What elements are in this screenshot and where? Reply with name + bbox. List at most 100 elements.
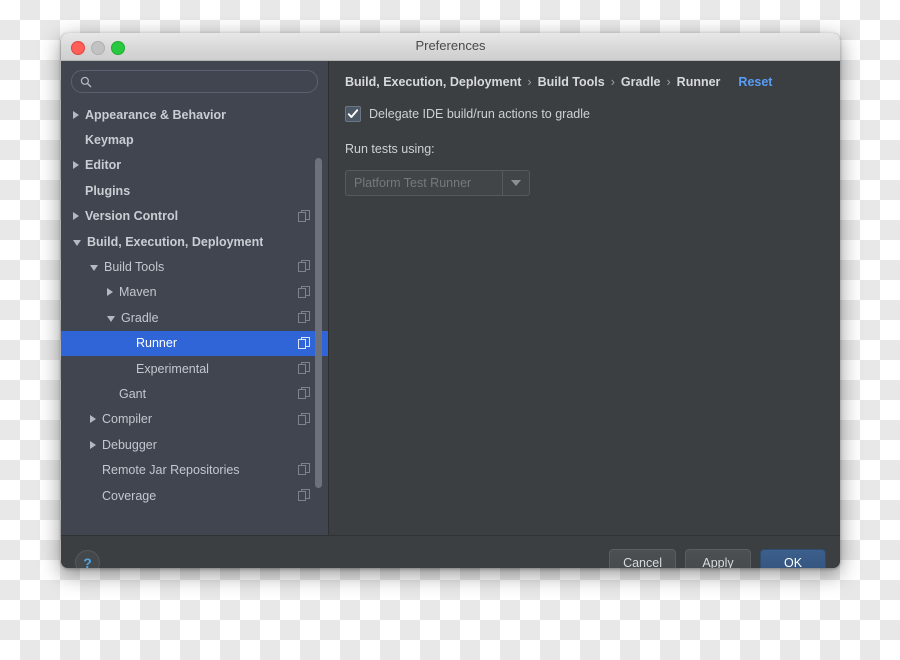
sidebar-item-appearance-behavior[interactable]: Appearance & Behavior bbox=[61, 102, 328, 127]
breadcrumb-segment-2[interactable]: Gradle bbox=[621, 75, 661, 89]
project-settings-icon bbox=[298, 260, 310, 273]
chevron-down-icon bbox=[511, 180, 521, 186]
sidebar-item-remote-jar-repositories[interactable]: Remote Jar Repositories bbox=[61, 457, 328, 482]
project-settings-icon bbox=[298, 387, 310, 400]
sidebar-item-label: Compiler bbox=[102, 412, 153, 427]
sidebar-scrollbar-track[interactable] bbox=[315, 102, 325, 531]
breadcrumb-segment-0[interactable]: Build, Execution, Deployment bbox=[345, 75, 521, 89]
cancel-button[interactable]: Cancel bbox=[609, 549, 676, 568]
run-tests-using-value: Platform Test Runner bbox=[354, 176, 472, 190]
breadcrumb-segment-1[interactable]: Build Tools bbox=[538, 75, 605, 89]
sidebar-item-experimental[interactable]: Experimental bbox=[61, 356, 328, 381]
twisty-placeholder bbox=[124, 343, 130, 344]
expand-arrow-icon[interactable] bbox=[73, 110, 79, 119]
project-settings-icon bbox=[298, 463, 310, 476]
sidebar-item-label: Maven bbox=[119, 285, 157, 300]
expand-arrow-icon[interactable] bbox=[107, 288, 113, 297]
delegate-build-label: Delegate IDE build/run actions to gradle bbox=[369, 107, 590, 121]
sidebar-item-version-control[interactable]: Version Control bbox=[61, 204, 328, 229]
sidebar-item-keymap[interactable]: Keymap bbox=[61, 127, 328, 152]
breadcrumb-separator-icon: › bbox=[610, 75, 615, 89]
expand-arrow-icon[interactable] bbox=[90, 415, 96, 424]
twisty-placeholder bbox=[90, 470, 96, 471]
settings-main-panel: Build, Execution, Deployment › Build Too… bbox=[329, 61, 840, 535]
dialog-footer: ? Cancel Apply OK bbox=[61, 535, 840, 568]
project-settings-icon bbox=[298, 285, 310, 298]
sidebar-item-maven[interactable]: Maven bbox=[61, 280, 328, 305]
sidebar-item-label: Plugins bbox=[85, 183, 131, 198]
ok-button[interactable]: OK bbox=[760, 549, 826, 568]
sidebar-item-label: Remote Jar Repositories bbox=[102, 463, 240, 478]
sidebar-item-label: Build, Execution, Deployment bbox=[87, 234, 264, 249]
sidebar-item-label: Experimental bbox=[136, 361, 209, 376]
project-settings-icon bbox=[298, 311, 310, 324]
project-settings-icon bbox=[298, 412, 310, 426]
sidebar-item-label: Keymap bbox=[85, 133, 134, 148]
dropdown-arrow-box[interactable] bbox=[502, 171, 529, 195]
sidebar-item-debugger[interactable]: Debugger bbox=[61, 432, 328, 457]
twisty-placeholder bbox=[124, 368, 130, 369]
project-settings-icon bbox=[298, 285, 310, 299]
expand-arrow-icon[interactable] bbox=[73, 212, 79, 221]
reset-link[interactable]: Reset bbox=[738, 75, 772, 89]
project-settings-icon bbox=[298, 463, 310, 476]
twisty-placeholder bbox=[73, 140, 79, 141]
sidebar-item-label: Version Control bbox=[85, 209, 179, 224]
checkmark-icon bbox=[347, 109, 359, 118]
project-settings-icon bbox=[298, 488, 310, 502]
twisty-placeholder bbox=[73, 190, 79, 191]
sidebar-item-label: Editor bbox=[85, 158, 122, 173]
project-settings-icon bbox=[298, 311, 310, 324]
sidebar-item-plugins[interactable]: Plugins bbox=[61, 178, 328, 203]
sidebar-item-label: Debugger bbox=[102, 437, 157, 452]
project-settings-icon bbox=[298, 361, 310, 375]
search-input[interactable] bbox=[97, 74, 309, 89]
dialog-content: Appearance & Behavior Keymap Editor Plugins… bbox=[61, 61, 840, 535]
search-row bbox=[61, 61, 328, 99]
expand-arrow-icon[interactable] bbox=[90, 440, 96, 449]
expand-arrow-icon[interactable] bbox=[73, 161, 79, 170]
collapse-arrow-icon[interactable] bbox=[90, 265, 98, 272]
project-settings-icon bbox=[298, 361, 310, 374]
project-settings-icon bbox=[298, 209, 310, 223]
settings-tree[interactable]: Appearance & Behavior Keymap Editor Plugins… bbox=[61, 102, 328, 535]
search-icon bbox=[80, 76, 92, 87]
sidebar-item-label: Runner bbox=[136, 336, 177, 351]
help-button[interactable]: ? bbox=[75, 550, 100, 568]
sidebar-item-label: Gradle bbox=[121, 310, 159, 325]
sidebar-item-gant[interactable]: Gant bbox=[61, 381, 328, 406]
sidebar-item-label: Gant bbox=[119, 386, 147, 401]
preferences-window: Preferences Appearance & Behavior Keymap E… bbox=[61, 33, 840, 568]
project-settings-icon bbox=[298, 336, 310, 350]
breadcrumb-segment-3[interactable]: Runner bbox=[677, 75, 721, 89]
settings-sidebar: Appearance & Behavior Keymap Editor Plugins… bbox=[61, 61, 329, 535]
sidebar-scrollbar-thumb[interactable] bbox=[315, 158, 322, 488]
sidebar-item-editor[interactable]: Editor bbox=[61, 153, 328, 178]
sidebar-item-runner[interactable]: Runner bbox=[61, 330, 328, 356]
run-tests-label: Run tests using: bbox=[345, 142, 435, 156]
breadcrumb-separator-icon: › bbox=[666, 75, 671, 89]
search-box[interactable] bbox=[71, 70, 318, 93]
delegate-build-row[interactable]: Delegate IDE build/run actions to gradle bbox=[345, 106, 824, 122]
collapse-arrow-icon[interactable] bbox=[73, 239, 81, 246]
sidebar-item-coverage[interactable]: Coverage bbox=[61, 483, 328, 508]
collapse-arrow-icon[interactable] bbox=[107, 315, 115, 322]
twisty-placeholder bbox=[90, 495, 96, 496]
sidebar-item-compiler[interactable]: Compiler bbox=[61, 407, 328, 432]
sidebar-item-build-tools[interactable]: Build Tools bbox=[61, 254, 328, 279]
apply-button[interactable]: Apply bbox=[685, 549, 751, 568]
project-settings-icon bbox=[298, 412, 310, 425]
run-tests-using-dropdown[interactable]: Platform Test Runner bbox=[345, 170, 530, 196]
breadcrumb-separator-icon: › bbox=[527, 75, 532, 89]
project-settings-icon bbox=[298, 488, 310, 501]
project-settings-icon bbox=[298, 336, 310, 349]
project-settings-icon bbox=[298, 260, 310, 273]
sidebar-item-gradle[interactable]: Gradle bbox=[61, 305, 328, 330]
sidebar-item-build-execution-deployment[interactable]: Build, Execution, Deployment bbox=[61, 229, 328, 254]
project-settings-icon bbox=[298, 209, 310, 222]
delegate-build-checkbox[interactable] bbox=[345, 106, 361, 122]
sidebar-item-label: Coverage bbox=[102, 488, 157, 503]
project-settings-icon bbox=[298, 387, 310, 400]
window-titlebar: Preferences bbox=[61, 33, 840, 61]
sidebar-item-label: Build Tools bbox=[104, 260, 165, 275]
